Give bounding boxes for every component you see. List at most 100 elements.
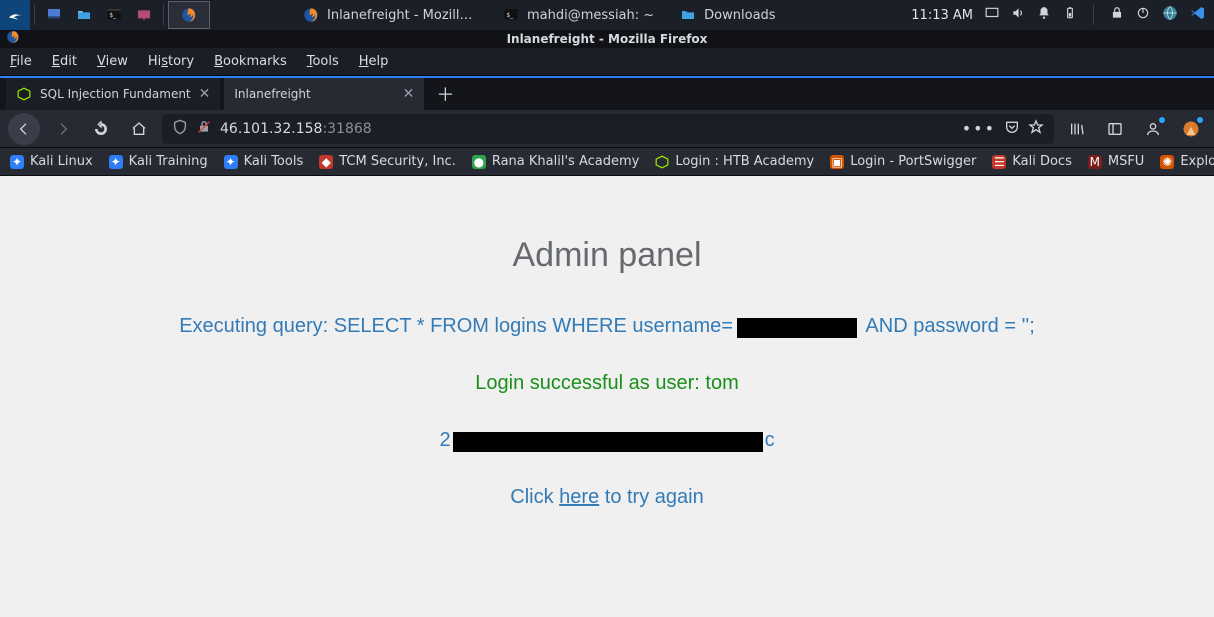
- task-firefox[interactable]: Inlanefreight - Mozilla ...: [290, 1, 490, 29]
- window-title: Inlanefreight - Mozilla Firefox: [507, 32, 708, 46]
- forward-button[interactable]: [48, 114, 78, 144]
- firefox-tabbar: SQL Injection Fundament ✕ Inlanefreight …: [0, 76, 1214, 110]
- bookmark-star-icon[interactable]: [1028, 119, 1044, 139]
- bookmark-kali-training[interactable]: ✦Kali Training: [109, 154, 208, 169]
- menu-edit[interactable]: Edit: [52, 54, 77, 69]
- back-button[interactable]: [8, 113, 40, 145]
- network-globe-icon[interactable]: [1162, 5, 1178, 25]
- bookmark-kali-tools[interactable]: ✦Kali Tools: [224, 154, 304, 169]
- new-tab-button[interactable]: ＋: [428, 78, 462, 110]
- home-button[interactable]: [124, 114, 154, 144]
- page-actions-icon[interactable]: •••: [962, 119, 996, 138]
- htb-favicon-icon: [16, 86, 32, 102]
- insecure-lock-icon[interactable]: [196, 119, 212, 139]
- menu-history[interactable]: History: [148, 54, 194, 69]
- query-prefix: Executing query: SELECT * FROM logins WH…: [179, 315, 733, 337]
- panel-firefox-shortcut[interactable]: [168, 1, 210, 29]
- pocket-icon[interactable]: [1004, 119, 1020, 139]
- firefox-icon: [303, 7, 319, 23]
- tcm-icon: ◆: [319, 155, 333, 169]
- power-icon[interactable]: [1136, 6, 1150, 24]
- tab-title: Inlanefreight: [234, 87, 394, 101]
- bookmark-rana[interactable]: ●Rana Khalil's Academy: [472, 154, 639, 169]
- academy-icon: ●: [472, 155, 486, 169]
- library-button[interactable]: [1062, 114, 1092, 144]
- toolbar-right: [1062, 114, 1206, 144]
- account-button[interactable]: [1138, 114, 1168, 144]
- task-label: mahdi@messiah: ~: [527, 8, 654, 23]
- volume-icon[interactable]: [1011, 6, 1025, 24]
- tab-inlanefreight[interactable]: Inlanefreight ✕: [224, 78, 424, 110]
- workspace-switcher-icon[interactable]: [985, 6, 999, 24]
- try-again-prefix: Click: [510, 486, 559, 508]
- panel-launchers: $_: [0, 0, 210, 30]
- page-content: Admin panel Executing query: SELECT * FR…: [0, 176, 1214, 617]
- dragon-icon: ✦: [224, 155, 238, 169]
- task-terminal[interactable]: $_ mahdi@messiah: ~: [490, 1, 667, 29]
- menu-help[interactable]: Help: [359, 54, 389, 69]
- battery-icon[interactable]: [1063, 6, 1077, 24]
- page-title: Admin panel: [0, 236, 1214, 275]
- bookmark-exploit[interactable]: ✺Exploit: [1160, 154, 1214, 169]
- menu-view[interactable]: View: [97, 54, 128, 69]
- task-label: Downloads: [704, 8, 775, 23]
- clock[interactable]: 11:13 AM: [911, 8, 973, 23]
- kali-tools-launcher-icon[interactable]: [129, 0, 159, 30]
- desktop-launcher-icon[interactable]: [39, 0, 69, 30]
- redacted-username: [737, 318, 857, 338]
- terminal-launcher-icon[interactable]: $_: [99, 0, 129, 30]
- firefox-titlebar[interactable]: Inlanefreight - Mozilla Firefox: [0, 30, 1214, 48]
- extension-foxyproxy[interactable]: [1176, 114, 1206, 144]
- shield-icon[interactable]: [172, 119, 188, 139]
- panel-tasklist: Inlanefreight - Mozilla ... $_ mahdi@mes…: [290, 0, 789, 30]
- firefox-toolbar: 46.101.32.158:31868 •••: [0, 110, 1214, 148]
- bookmark-kali-linux[interactable]: ✦Kali Linux: [10, 154, 93, 169]
- sidebar-button[interactable]: [1100, 114, 1130, 144]
- url-text: 46.101.32.158:31868: [220, 121, 954, 137]
- desktop-panel: $_ Inlanefreight - Mozilla ... $_ mahdi@…: [0, 0, 1214, 30]
- reload-button[interactable]: [86, 114, 116, 144]
- notification-dot-icon: [1159, 117, 1165, 123]
- query-line: Executing query: SELECT * FROM logins WH…: [0, 315, 1214, 338]
- firefox-menubar: File Edit View History Bookmarks Tools H…: [0, 48, 1214, 76]
- menu-bookmarks[interactable]: Bookmarks: [214, 54, 287, 69]
- close-icon[interactable]: ✕: [403, 86, 415, 102]
- bookmark-msfu[interactable]: MMSFU: [1088, 154, 1144, 169]
- msf-icon: M: [1088, 155, 1102, 169]
- query-suffix: AND password = '';: [861, 315, 1035, 337]
- tab-sql-injection[interactable]: SQL Injection Fundament ✕: [6, 78, 220, 110]
- url-port: :31868: [322, 121, 371, 137]
- url-bar[interactable]: 46.101.32.158:31868 •••: [162, 114, 1054, 144]
- folder-icon: [680, 7, 696, 23]
- login-success-message: Login successful as user: tom: [0, 372, 1214, 395]
- flag-suffix: c: [765, 429, 775, 451]
- dragon-icon: ✦: [109, 155, 123, 169]
- htb-icon: [655, 155, 669, 169]
- flag-line: 2c: [0, 429, 1214, 452]
- try-again-line: Click here to try again: [0, 486, 1214, 509]
- firefox-icon: [181, 7, 197, 23]
- bookmark-portswigger[interactable]: ▣Login - PortSwigger: [830, 154, 976, 169]
- kali-menu-icon[interactable]: [0, 0, 30, 30]
- task-label: Inlanefreight - Mozilla ...: [327, 8, 477, 23]
- close-icon[interactable]: ✕: [199, 86, 211, 102]
- svg-text:$_: $_: [506, 12, 514, 19]
- exploit-icon: ✺: [1160, 155, 1174, 169]
- menu-file[interactable]: File: [10, 54, 32, 69]
- try-again-suffix: to try again: [599, 486, 704, 508]
- notifications-icon[interactable]: [1037, 6, 1051, 24]
- flag-prefix: 2: [439, 429, 450, 451]
- bookmark-kali-docs[interactable]: ☰Kali Docs: [992, 154, 1072, 169]
- bookmarks-toolbar: ✦Kali Linux ✦Kali Training ✦Kali Tools ◆…: [0, 148, 1214, 176]
- bookmark-tcm[interactable]: ◆TCM Security, Inc.: [319, 154, 456, 169]
- firefox-window: Inlanefreight - Mozilla Firefox File Edi…: [0, 30, 1214, 617]
- bookmark-htb[interactable]: Login : HTB Academy: [655, 154, 814, 169]
- vscode-icon[interactable]: [1190, 5, 1206, 25]
- task-downloads[interactable]: Downloads: [667, 1, 788, 29]
- try-again-link[interactable]: here: [559, 486, 599, 508]
- firefox-appicon: [6, 30, 20, 48]
- files-launcher-icon[interactable]: [69, 0, 99, 30]
- lock-icon[interactable]: [1110, 6, 1124, 24]
- docs-icon: ☰: [992, 155, 1006, 169]
- menu-tools[interactable]: Tools: [307, 54, 339, 69]
